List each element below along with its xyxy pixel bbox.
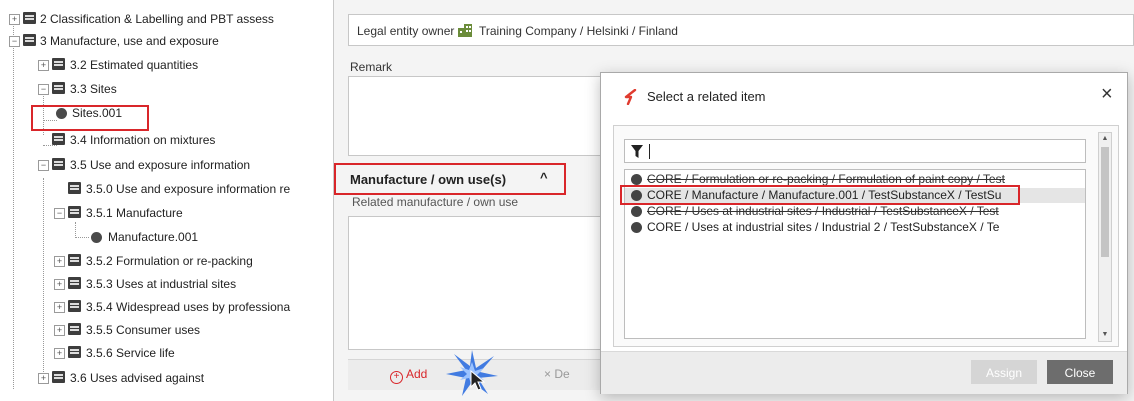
expand-icon[interactable]: + [54,325,65,336]
related-manufacture-list[interactable] [348,216,616,350]
dialog-footer: Assign Close [601,351,1127,394]
book-icon [68,206,81,218]
filter-input[interactable] [624,139,1086,163]
vertical-scrollbar[interactable]: ▲ ▼ [1098,132,1112,342]
list-item[interactable]: CORE / Uses at industrial sites / Indust… [625,204,1085,219]
collapse-icon[interactable]: − [54,208,65,219]
remark-label: Remark [350,60,393,74]
tree-item-uses-advised-against[interactable]: + 3.6 Uses advised against [0,368,333,388]
expand-icon[interactable]: + [38,373,49,384]
tree-item-label: 3.3 Sites [70,82,117,96]
book-icon [68,323,81,335]
tree-item-estimated-quantities[interactable]: + 3.2 Estimated quantities [0,55,333,75]
tree-item-classification[interactable]: + 2 Classification & Labelling and PBT a… [0,9,333,29]
tree-item-label: 3.5 Use and exposure information [70,158,251,172]
navigation-tree: + 2 Classification & Labelling and PBT a… [0,0,334,401]
book-icon [68,182,81,194]
book-icon [52,158,65,170]
book-icon [23,12,36,24]
text-caret [649,144,650,159]
tree-item-label: 3.5.4 Widespread uses by professiona [86,300,291,314]
related-manufacture-label: Related manufacture / own use [352,196,519,206]
tree-item-manufacture-001[interactable]: Manufacture.001 [0,227,333,247]
tree-item-information-on-mixtures[interactable]: 3.4 Information on mixtures [0,130,333,150]
section-title: Manufacture / own use(s) [350,172,507,187]
book-icon [68,254,81,266]
add-button[interactable]: + Add [390,367,427,384]
collapse-icon[interactable]: − [38,160,49,171]
app-logo-icon [624,89,637,105]
tree-item-label: 3.6 Uses advised against [70,371,205,385]
tree-item-use-exposure-information-re[interactable]: 3.5.0 Use and exposure information re [0,179,333,199]
tree-item-manufacture[interactable]: − 3.5.1 Manufacture [0,203,333,223]
legal-entity-owner-value: Training Company / Helsinki / Finland [479,24,678,38]
tree-item-manufacture-use-exposure[interactable]: − 3 Manufacture, use and exposure [0,31,333,51]
book-icon [68,300,81,312]
scroll-up-icon[interactable]: ▲ [1099,133,1111,145]
book-icon [52,82,65,94]
tree-item-label: 3.2 Estimated quantities [70,58,199,72]
filter-icon [631,145,643,158]
collapse-icon[interactable]: − [38,84,49,95]
tree-item-label: 3.5.3 Uses at industrial sites [86,277,237,291]
tree-item-sites[interactable]: − 3.3 Sites [0,79,333,99]
list-item-label: CORE / Uses at industrial sites / Indust… [647,204,999,218]
book-icon [68,277,81,289]
tree-item-industrial-sites[interactable]: + 3.5.3 Uses at industrial sites [0,274,333,294]
dialog-content-frame: CORE / Formulation or re-packing / Formu… [613,125,1119,347]
tree-item-formulation[interactable]: + 3.5.2 Formulation or re-packing [0,251,333,271]
select-related-item-dialog: Select a related item × CORE / Formulati… [600,72,1128,394]
highlight-box [31,105,149,131]
tree-item-label: 3.5.1 Manufacture [86,206,183,220]
expand-icon[interactable]: + [54,302,65,313]
highlight-box [620,185,1020,205]
tree-item-consumer-uses[interactable]: + 3.5.5 Consumer uses [0,320,333,340]
tree-item-label: 3.4 Information on mixtures [70,133,216,147]
tree-item-service-life[interactable]: + 3.5.6 Service life [0,343,333,363]
legal-entity-owner-label: Legal entity owner [357,24,455,38]
tree-item-label: 3.5.2 Formulation or re-packing [86,254,253,268]
close-button[interactable]: Close [1047,360,1113,384]
expand-icon[interactable]: + [54,256,65,267]
expand-icon[interactable]: + [9,14,20,25]
legal-entity-owner-field[interactable]: Legal entity owner Training Company / He… [348,14,1134,46]
book-icon [52,371,65,383]
book-icon [52,58,65,70]
chevron-up-icon[interactable]: ^ [540,170,548,185]
record-icon [631,222,642,233]
expand-icon[interactable]: + [38,60,49,71]
book-icon [52,133,65,145]
record-icon [91,232,102,243]
record-icon [631,206,642,217]
tree-item-label: Manufacture.001 [108,230,199,244]
list-item[interactable]: CORE / Uses at industrial sites / Indust… [625,220,1085,235]
manufacture-own-use-section-header[interactable]: Manufacture / own use(s) ^ [334,163,566,195]
delete-button[interactable]: × De [544,367,570,381]
scroll-down-icon[interactable]: ▼ [1099,329,1111,341]
list-item-label: CORE / Uses at industrial sites / Indust… [647,220,1000,234]
add-icon: + [390,371,403,384]
add-button-label: Add [406,367,428,381]
collapse-icon[interactable]: − [9,36,20,47]
building-icon [458,24,472,37]
tree-item-widespread-uses[interactable]: + 3.5.4 Widespread uses by professiona [0,297,333,317]
record-icon [631,174,642,185]
tree-item-label: 3.5.5 Consumer uses [86,323,201,337]
close-icon[interactable]: × [1101,83,1113,106]
remark-textarea[interactable] [348,76,612,156]
dialog-title: Select a related item [647,89,766,104]
expand-icon[interactable]: + [54,279,65,290]
expand-icon[interactable]: + [54,348,65,359]
book-icon [68,346,81,358]
tree-item-label: 3.5.0 Use and exposure information re [86,182,291,196]
tree-item-label: 2 Classification & Labelling and PBT ass… [40,12,274,26]
book-icon [23,34,36,46]
tree-item-label: 3 Manufacture, use and exposure [40,34,219,48]
tree-item-label: 3.5.6 Service life [86,346,175,360]
scroll-thumb[interactable] [1101,147,1109,257]
mouse-cursor-icon [470,370,486,391]
assign-button[interactable]: Assign [971,360,1037,384]
tree-item-use-exposure-information[interactable]: − 3.5 Use and exposure information [0,155,333,175]
